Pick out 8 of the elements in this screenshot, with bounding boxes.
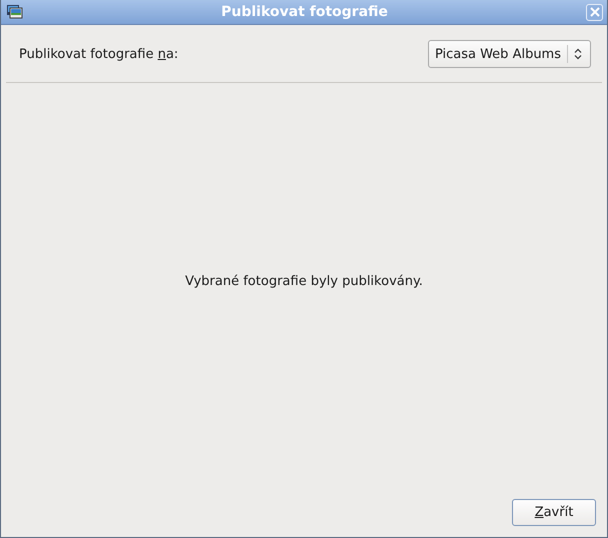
publish-to-label: Publikovat fotografie na: [19,46,178,62]
window-title: Publikovat fotografie [220,4,389,20]
close-button[interactable]: Zavřít [512,499,596,526]
status-message: Vybrané fotografie byly publikovány. [185,274,423,288]
up-down-arrows-icon [574,48,582,60]
close-icon[interactable] [586,4,603,20]
photos-icon [7,5,23,19]
service-dropdown[interactable]: Picasa Web Albums [428,40,591,68]
